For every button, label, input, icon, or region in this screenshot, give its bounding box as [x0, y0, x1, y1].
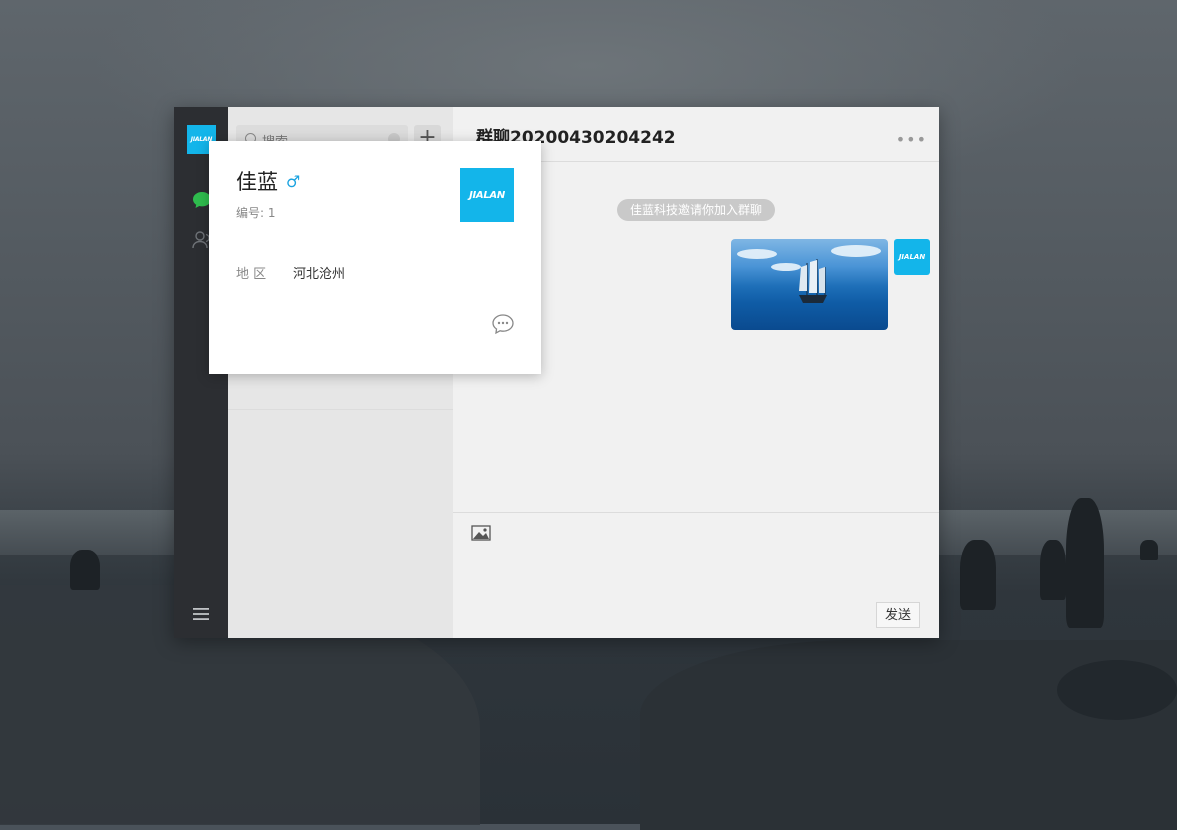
- sender-avatar[interactable]: JIALAN: [894, 239, 930, 275]
- region-value: 河北沧州: [293, 267, 346, 282]
- list-divider: [228, 409, 453, 410]
- profile-avatar-text: JIALAN: [469, 189, 505, 201]
- menu-icon[interactable]: [192, 605, 210, 623]
- profile-id: 编号: 1: [236, 206, 276, 220]
- sailing-ship-image: [799, 259, 827, 303]
- message-image[interactable]: [731, 239, 888, 330]
- input-area-divider: [453, 512, 939, 513]
- profile-card: 佳蓝 ♂ 编号: 1 JIALAN 地 区 河北沧州: [209, 141, 541, 374]
- image-cloud: [831, 245, 881, 257]
- male-gender-icon: ♂: [286, 172, 301, 191]
- profile-avatar: JIALAN: [460, 168, 514, 222]
- background-skatepark-hole: [1057, 660, 1177, 720]
- background-person: [1140, 540, 1158, 560]
- background-person: [960, 540, 996, 610]
- system-message: 佳蓝科技邀请你加入群聊: [617, 199, 776, 221]
- send-button[interactable]: 发送: [876, 602, 920, 628]
- sender-avatar-text: JIALAN: [898, 253, 926, 261]
- image-cloud: [737, 249, 777, 259]
- background-person: [1040, 540, 1066, 600]
- image-upload-icon[interactable]: [471, 525, 491, 541]
- profile-name: 佳蓝: [236, 170, 278, 194]
- background-person: [70, 550, 100, 590]
- send-message-icon[interactable]: [491, 313, 515, 335]
- more-options-button[interactable]: •••: [896, 132, 927, 148]
- background-person: [1066, 498, 1104, 628]
- region-label: 地 区: [236, 267, 267, 282]
